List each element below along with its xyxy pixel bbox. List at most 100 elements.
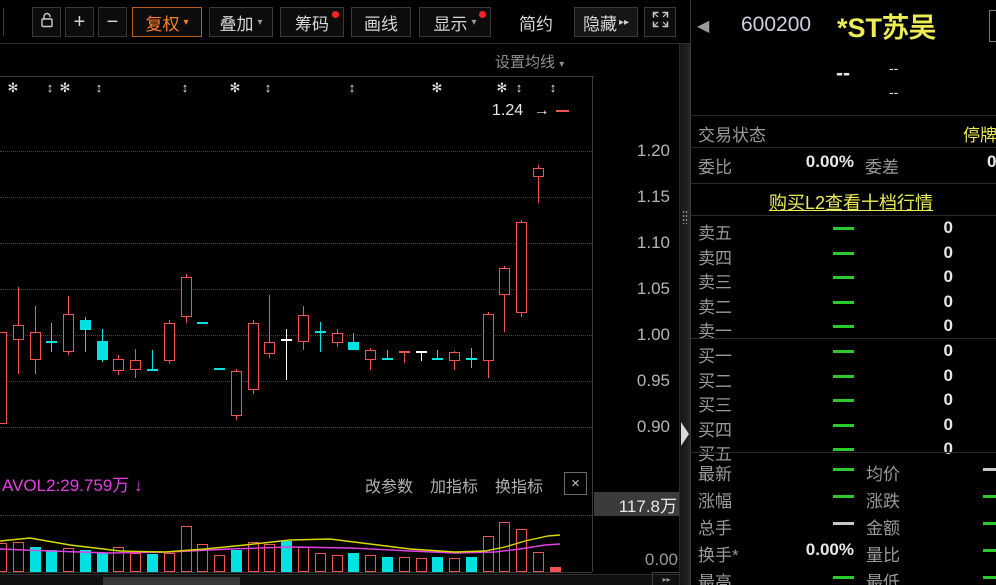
volume-bar	[483, 536, 494, 572]
fullscreen-button[interactable]	[644, 7, 676, 37]
clipped-period-button[interactable]	[989, 10, 996, 42]
close-indicator-button[interactable]: ×	[564, 472, 587, 495]
double-chevron-right-icon: ▸▸	[662, 575, 670, 584]
candle-wick	[286, 329, 287, 380]
zoom-in-button[interactable]: +	[65, 7, 94, 37]
queue-volume-value: 0	[921, 267, 953, 287]
switch-indicator-button[interactable]: 换指标	[495, 473, 543, 497]
toolbar-clipped-edge	[3, 8, 4, 36]
ex-rights-marker-icon[interactable]: ↕	[550, 80, 557, 95]
price-dash	[833, 227, 854, 230]
candle-body	[483, 314, 494, 361]
chevron-down-icon: ▾	[257, 17, 262, 28]
ma-settings-label: 设置均线	[495, 54, 555, 71]
candle-wick	[51, 323, 52, 352]
sell-row[interactable]: 卖四0	[691, 242, 996, 266]
change-placeholder: --	[889, 60, 898, 76]
draw-line-button[interactable]: 画线	[351, 7, 411, 37]
queue-label: 卖三	[698, 268, 732, 293]
candle-body	[80, 320, 91, 330]
zoom-out-button[interactable]: −	[98, 7, 127, 37]
price-tick-label: 1.10	[596, 233, 670, 253]
display-button[interactable]: 显示 ▾	[419, 7, 491, 37]
overlay-button[interactable]: 叠加 ▾	[209, 7, 273, 37]
volume-bar	[382, 557, 393, 572]
candle-body	[499, 268, 510, 296]
divider	[691, 215, 996, 216]
queue-volume-value: 0	[921, 439, 953, 459]
volume-bar	[365, 555, 376, 572]
candle-body	[231, 371, 242, 416]
scroll-right-button[interactable]: ▸▸	[652, 572, 681, 585]
buy-row[interactable]: 买三0	[691, 389, 996, 413]
candle-body	[399, 351, 410, 353]
announcement-marker-icon[interactable]: ✻	[230, 80, 241, 96]
price-dash	[833, 252, 854, 255]
lock-button[interactable]	[32, 7, 61, 37]
info-value-dash	[983, 576, 996, 579]
simple-mode-button[interactable]: 简约	[505, 7, 567, 37]
volume-bar	[332, 555, 343, 572]
volume-bar	[231, 550, 242, 572]
price-tick-label: 1.20	[596, 141, 670, 161]
ex-rights-marker-icon[interactable]: ↕	[96, 80, 103, 95]
ex-rights-marker-icon[interactable]: ↕	[47, 80, 54, 95]
close-icon: ×	[571, 475, 580, 492]
scrollbar-handle[interactable]	[103, 577, 240, 585]
ma-settings-button[interactable]: 设置均线 ▾	[495, 51, 564, 72]
volume-bar	[97, 553, 108, 572]
price-gridline	[0, 243, 592, 244]
splitter-grip-icon	[682, 210, 688, 224]
announcement-marker-icon[interactable]: ✻	[497, 80, 508, 96]
queue-volume-value: 0	[921, 292, 953, 312]
ex-rights-marker-icon[interactable]: ↕	[349, 80, 356, 95]
announcement-marker-icon[interactable]: ✻	[432, 80, 443, 96]
stock-code: 600200	[741, 13, 811, 37]
splitter-collapse-arrow[interactable]	[681, 422, 689, 446]
weicha-value: 0	[987, 152, 996, 172]
announcement-marker-icon[interactable]: ✻	[8, 80, 19, 96]
buy-l2-link[interactable]: 购买L2查看十档行情	[691, 189, 996, 215]
buy-row[interactable]: 买二0	[691, 365, 996, 389]
horizontal-scrollbar[interactable]	[0, 574, 680, 585]
volume-bar	[264, 544, 275, 572]
ex-rights-marker-icon[interactable]: ↕	[516, 80, 523, 95]
ex-rights-marker-icon[interactable]: ↕	[265, 80, 272, 95]
candle-body	[533, 168, 544, 177]
buy-row[interactable]: 买一0	[691, 340, 996, 364]
change-params-button[interactable]: 改参数	[365, 473, 413, 497]
info-value-dash	[983, 468, 996, 471]
back-arrow-button[interactable]: ◀	[697, 16, 709, 36]
info-row: 涨幅涨跌	[691, 484, 996, 511]
volume-bar	[181, 526, 192, 572]
announcement-marker-icon[interactable]: ✻	[60, 80, 71, 96]
adjust-price-button[interactable]: 复权 ▾	[132, 7, 202, 37]
candle-body	[63, 314, 74, 352]
divider	[691, 183, 996, 184]
sell-row[interactable]: 卖一0	[691, 315, 996, 339]
chip-distribution-button[interactable]: 筹码	[280, 7, 344, 37]
add-indicator-button[interactable]: 加指标	[430, 473, 478, 497]
divider	[691, 338, 996, 339]
kline-chart-region[interactable]	[0, 44, 690, 585]
queue-label: 买二	[698, 367, 732, 392]
candle-body	[46, 341, 57, 343]
info-label: 最新	[698, 460, 732, 485]
info-label: 总手	[698, 514, 732, 539]
ex-rights-marker-icon[interactable]: ↕	[182, 80, 189, 95]
info-row: 总手金额	[691, 511, 996, 538]
info-value-dash	[983, 549, 996, 552]
candle-body	[298, 315, 309, 343]
panel-splitter[interactable]	[679, 44, 690, 585]
info-label: 量比	[866, 541, 900, 566]
buy-row[interactable]: 买四0	[691, 414, 996, 438]
info-row: 最新均价	[691, 457, 996, 484]
queue-label: 卖二	[698, 293, 732, 318]
sell-row[interactable]: 卖五0	[691, 217, 996, 241]
hide-button[interactable]: 隐藏 ▸▸	[574, 7, 638, 37]
annotation-price-tick	[556, 110, 569, 112]
sell-row[interactable]: 卖二 0	[691, 291, 996, 315]
candle-body	[197, 322, 208, 324]
weibi-label: 委比	[698, 153, 732, 178]
sell-row[interactable]: 卖三 0	[691, 266, 996, 290]
